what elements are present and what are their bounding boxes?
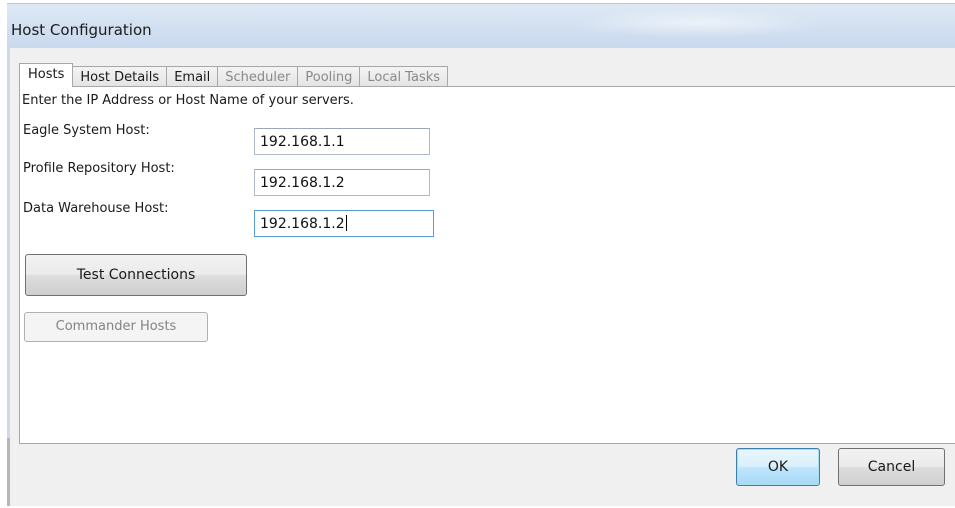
text-caret [345,215,347,231]
data-warehouse-host-input[interactable]: 192.168.1.2 [254,210,434,237]
eagle-system-host-input[interactable]: 192.168.1.1 [254,128,430,155]
tab-email[interactable]: Email [166,66,219,87]
data-warehouse-host-label: Data Warehouse Host: [23,201,169,216]
window-title: Host Configuration [11,21,152,39]
title-bar[interactable]: Host Configuration [7,3,955,48]
hosts-tab-panel: Enter the IP Address or Host Name of you… [19,86,955,444]
cancel-button[interactable]: Cancel [838,448,945,486]
title-bar-glow [567,8,827,38]
dialog-client-area: Hosts Host Details Email Scheduler Pooli… [10,48,955,506]
data-warehouse-host-value: 192.168.1.2 [260,216,345,232]
tab-hosts[interactable]: Hosts [19,63,74,87]
profile-repository-host-input[interactable]: 192.168.1.2 [254,169,430,196]
profile-repository-host-value: 192.168.1.2 [260,175,345,191]
tab-scheduler: Scheduler [217,66,299,87]
tab-host-details[interactable]: Host Details [72,66,168,87]
tab-local-tasks: Local Tasks [359,66,449,87]
eagle-system-host-value: 192.168.1.1 [260,134,345,150]
ok-button[interactable]: OK [736,448,820,486]
eagle-system-host-label: Eagle System Host: [23,123,150,138]
tab-strip: Hosts Host Details Email Scheduler Pooli… [19,63,449,87]
instruction-text: Enter the IP Address or Host Name of you… [22,93,354,108]
test-connections-button[interactable]: Test Connections [25,254,247,296]
host-configuration-dialog: Host Configuration Hosts Host Details Em… [7,3,955,506]
profile-repository-host-label: Profile Repository Host: [23,161,175,176]
commander-hosts-button: Commander Hosts [24,312,208,342]
tab-pooling: Pooling [297,66,361,87]
